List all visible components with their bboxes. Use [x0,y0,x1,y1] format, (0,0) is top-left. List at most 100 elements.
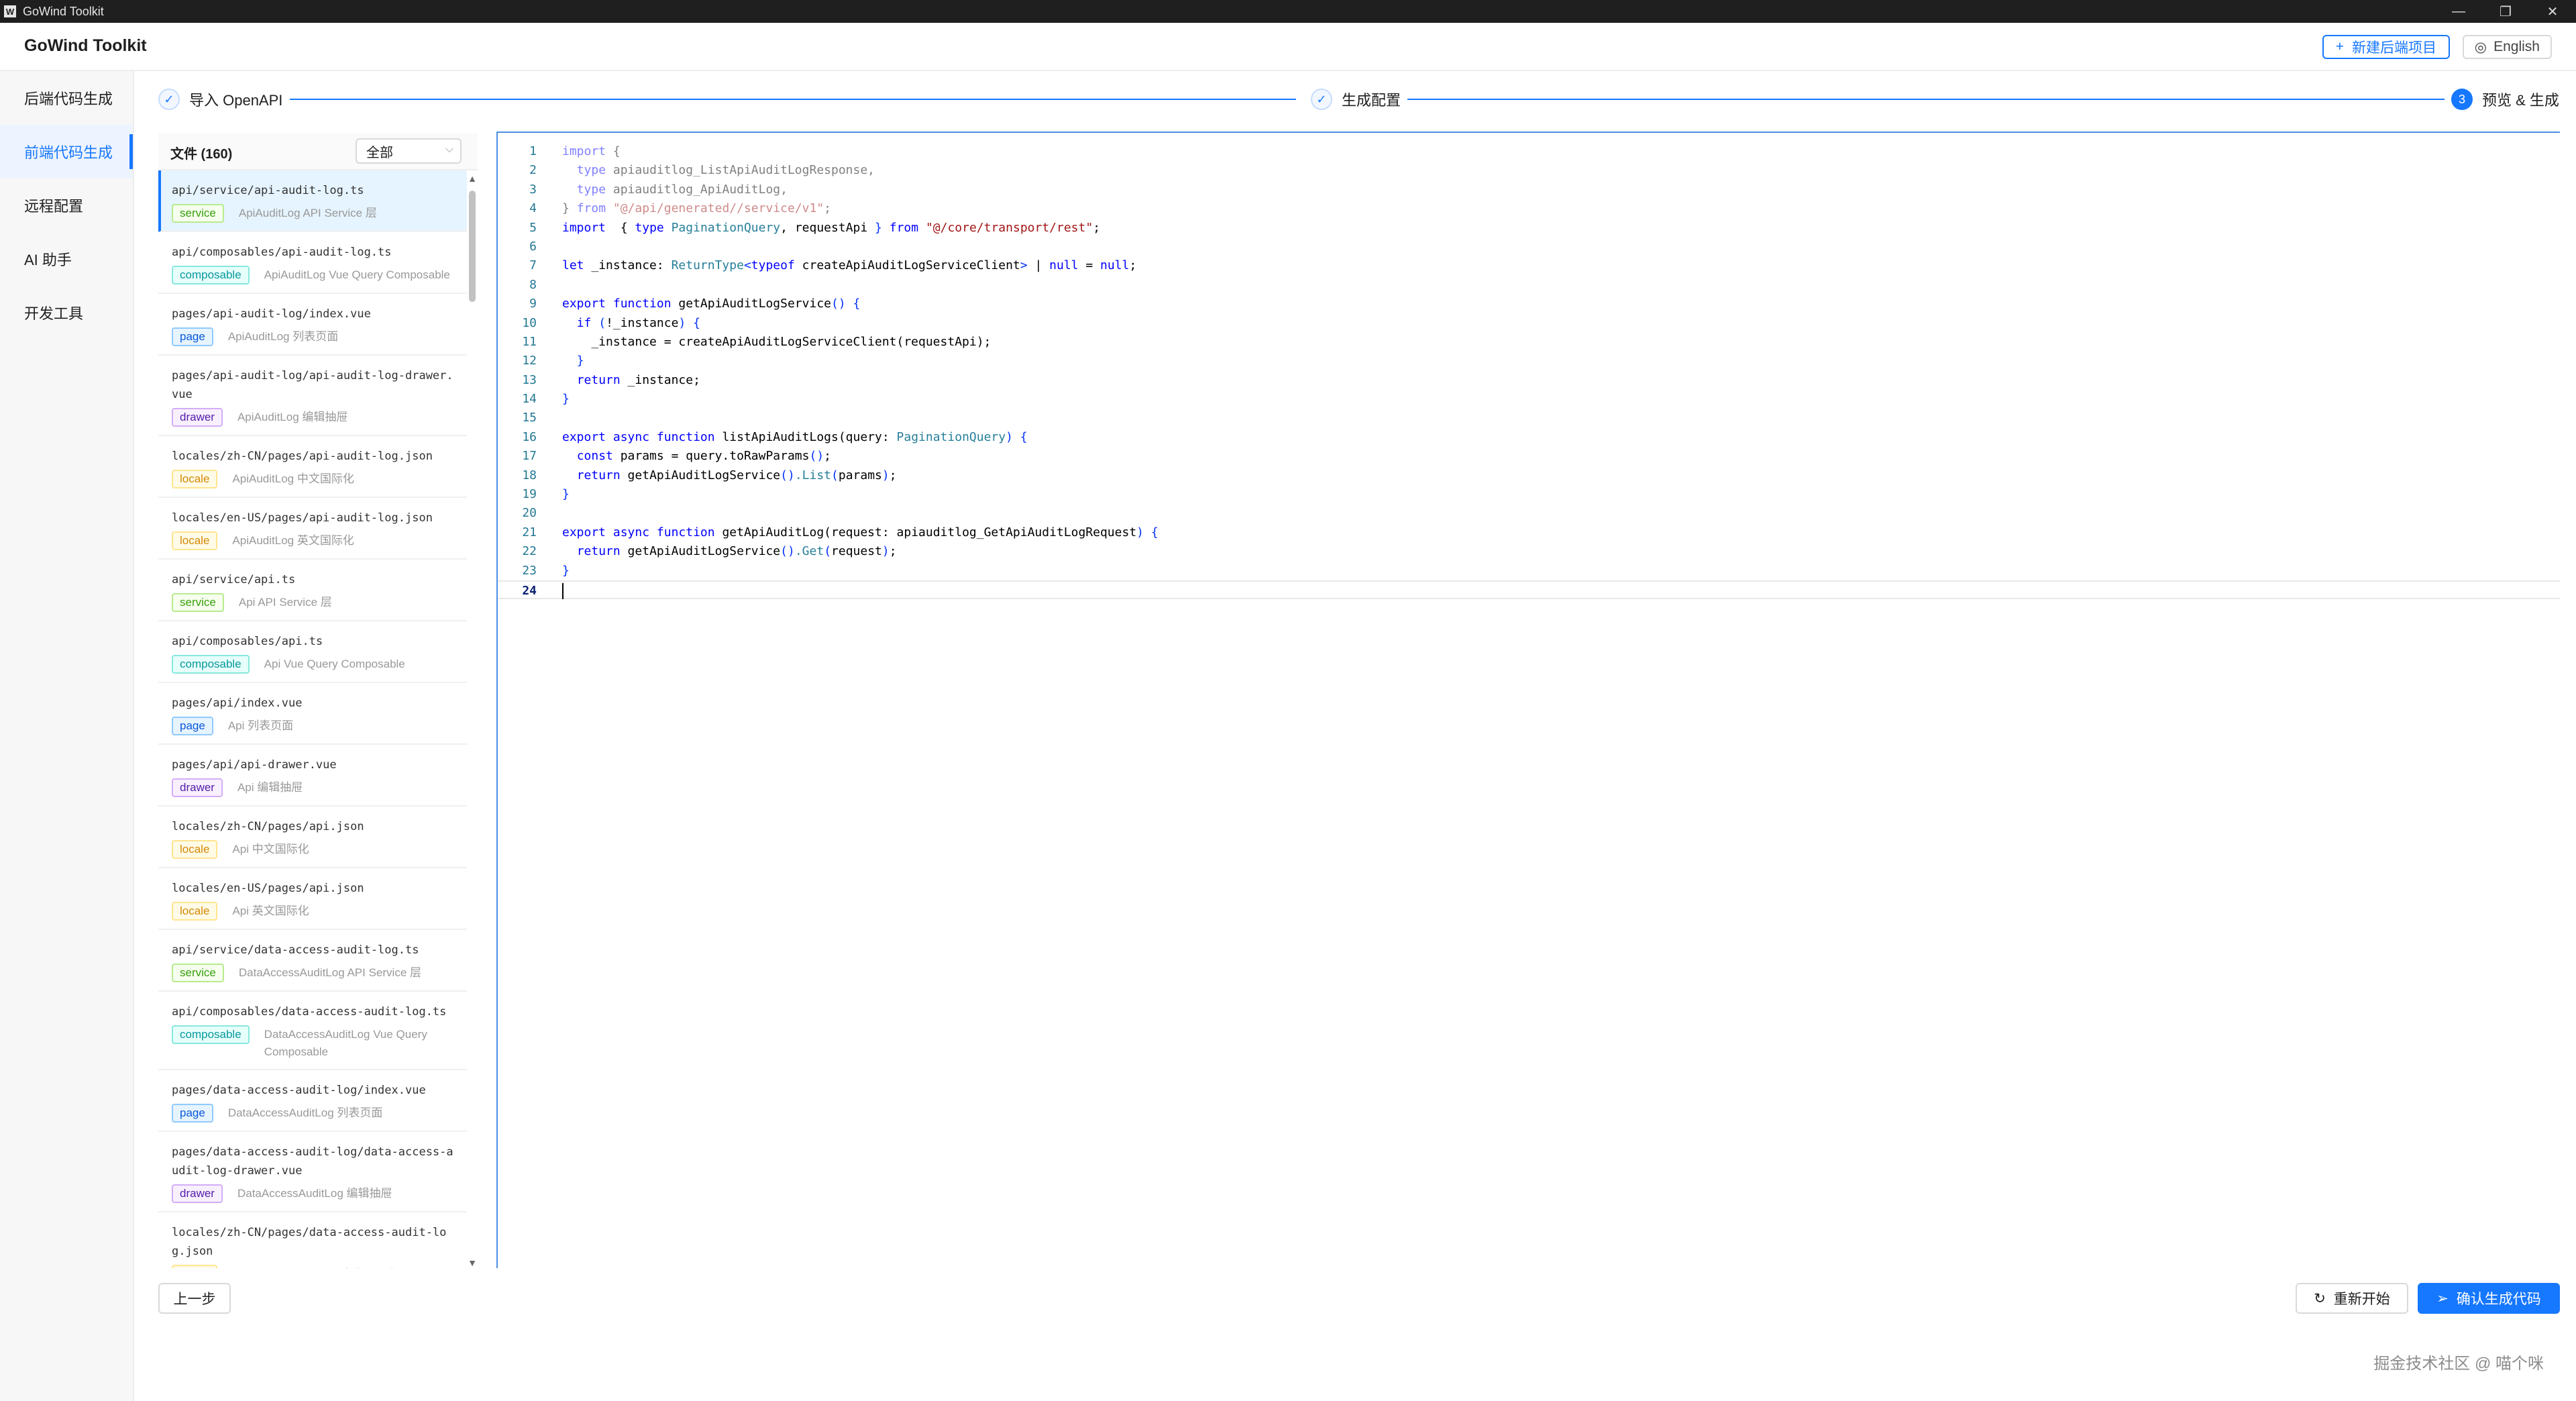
scroll-up-icon[interactable]: ▲ [467,173,478,184]
file-list-header: 文件 (160) 全部 ⌵ [158,133,478,170]
file-meta: page DataAccessAuditLog 列表页面 [172,1104,453,1123]
scroll-down-icon[interactable]: ▼ [467,1257,478,1268]
step-preview-generate[interactable]: 3 预览 & 生成 [2445,85,2559,114]
code-line[interactable]: 8 [498,276,2560,295]
previous-step-button[interactable]: 上一步 [158,1283,231,1314]
file-type-tag: composable [172,655,250,674]
sidebar-item-remote-config[interactable]: 远程配置 [0,178,133,232]
code-line[interactable]: 24 [498,580,2560,601]
code-line[interactable]: 3 type apiauditlog_ApiAuditLog, [498,180,2560,199]
code-line[interactable]: 11 _instance = createApiAuditLogServiceC… [498,333,2560,352]
language-button[interactable]: ◎ English [2462,35,2552,59]
code-text [562,582,564,601]
file-list-item[interactable]: pages/api-audit-log/index.vue page ApiAudi… [158,294,467,356]
file-list-item[interactable]: api/service/api.ts service Api API Service… [158,560,467,621]
file-list-item[interactable]: pages/data-access-audit-log/data-access-… [158,1132,467,1212]
code-line[interactable]: 15 [498,409,2560,427]
confirm-generate-label: 确认生成代码 [2456,1292,2541,1307]
restart-button[interactable]: ↻ 重新开始 [2296,1283,2408,1314]
file-list-item[interactable]: api/composables/api-audit-log.ts composab… [158,232,467,294]
sidebar-item-dev-tools[interactable]: 开发工具 [0,286,133,340]
restart-label: 重新开始 [2333,1292,2390,1307]
code-text: return getApiAuditLogService().List(para… [576,468,897,482]
step-generate-config[interactable]: ✓ 生成配置 [1304,85,1408,114]
file-list-item[interactable]: locales/zh-CN/pages/data-access-audit-lo… [158,1212,467,1268]
code-text: type apiauditlog_ApiAuditLog, [576,182,788,197]
globe-icon: ◎ [2474,39,2487,55]
file-path: locales/zh-CN/pages/data-access-audit-lo… [172,1226,447,1258]
code-line[interactable]: 6 [498,238,2560,256]
code-text: export async function getApiAuditLog(req… [562,525,1159,539]
code-line[interactable]: 23} [498,562,2560,580]
file-path: api/service/api-audit-log.ts [172,184,364,197]
close-icon[interactable]: ✕ [2529,0,2576,23]
file-list-item[interactable]: api/service/data-access-audit-log.ts serv… [158,930,467,992]
code-text: return _instance; [576,372,700,387]
code-editor[interactable]: 1 import {2 type apiauditlog_ListApiAudit… [496,132,2560,1268]
file-meta: composable Api Vue Query Composable [172,655,453,674]
code-text: } [562,392,570,407]
scrollbar-thumb[interactable] [469,191,476,302]
code-line[interactable]: 1 import { [498,142,2560,161]
filter-value: 全部 [366,145,393,160]
plus-icon: + [2335,39,2344,54]
new-backend-project-button[interactable]: + 新建后端项目 [2322,35,2450,59]
sidebar-item-ai-assistant[interactable]: AI 助手 [0,232,133,286]
file-meta: drawer Api 编辑抽屉 [172,778,453,797]
code-line[interactable]: 2 type apiauditlog_ListApiAuditLogRespon… [498,161,2560,180]
file-path: locales/en-US/pages/api-audit-log.json [172,511,433,525]
code-line[interactable]: 18 return getApiAuditLogService().List(p… [498,466,2560,485]
minimize-icon[interactable]: — [2435,0,2482,23]
line-number: 23 [522,563,537,578]
file-type-tag: page [172,1104,213,1123]
file-list-item[interactable]: locales/en-US/pages/api-audit-log.json lo… [158,498,467,560]
code-text: } from "@/api/generated//service/v1"; [562,201,832,216]
file-description: ApiAuditLog API Service 层 [238,207,377,219]
file-description: Api 编辑抽屉 [237,781,303,794]
file-list-item[interactable]: api/service/api-audit-log.ts service ApiAu… [158,170,467,232]
file-list-item[interactable]: api/composables/api.ts composable Api Vue … [158,621,467,683]
code-line[interactable]: 19} [498,485,2560,504]
code-line[interactable]: 16 export async function listApiAuditLogs… [498,428,2560,447]
file-type-tag: locale [172,840,218,859]
window-titlebar: W GoWind Toolkit — ❐ ✕ [0,0,2576,23]
code-line[interactable]: 21 export async function getApiAuditLog(r… [498,523,2560,542]
code-line[interactable]: 13 return _instance; [498,371,2560,390]
file-list-item[interactable]: pages/api/index.vue page Api 列表页面 [158,683,467,745]
code-line[interactable]: 17 const params = query.toRawParams(); [498,447,2560,466]
file-meta: service Api API Service 层 [172,593,453,612]
file-list-item[interactable]: locales/zh-CN/pages/api.json locale Api 中文… [158,807,467,868]
line-number: 18 [522,468,537,482]
file-list-item[interactable]: pages/api-audit-log/api-audit-log-drawer… [158,356,467,436]
code-content[interactable]: 1 import {2 type apiauditlog_ListApiAudit… [498,142,2560,601]
file-list-item[interactable]: pages/api/api-drawer.vue drawer Api 编辑抽屉 [158,745,467,807]
confirm-generate-button[interactable]: ➢ 确认生成代码 [2418,1283,2560,1314]
step-import-openapi[interactable]: ✓ 导入 OpenAPI [158,85,290,114]
file-meta: locale Api 英文国际化 [172,902,453,921]
file-list-scrollbar[interactable]: ▲ ▼ [467,173,478,1268]
file-list-item[interactable]: locales/en-US/pages/api.json locale Api 英文… [158,868,467,930]
code-line[interactable]: 12 } [498,352,2560,370]
restore-icon[interactable]: ❐ [2482,0,2529,23]
file-meta: locale DataAccessAuditLog 中文国际化 [172,1265,453,1268]
file-type-tag: locale [172,1265,218,1268]
file-list-item[interactable]: pages/data-access-audit-log/index.vue pag… [158,1070,467,1132]
file-list-item[interactable]: api/composables/data-access-audit-log.ts… [158,992,467,1070]
code-line[interactable]: 4} from "@/api/generated//service/v1"; [498,199,2560,218]
sidebar-item-frontend-codegen[interactable]: 前端代码生成 [0,125,133,178]
code-text: import { [562,144,621,158]
code-line[interactable]: 22 return getApiAuditLogService().Get(re… [498,542,2560,561]
refresh-icon: ↻ [2314,1290,2326,1306]
sidebar-item-backend-codegen[interactable]: 后端代码生成 [0,71,133,125]
file-type-filter-select[interactable]: 全部 ⌵ [356,138,462,164]
code-line[interactable]: 10 if (!_instance) { [498,314,2560,333]
step-connector [1406,99,2469,100]
line-number: 12 [522,354,537,368]
code-line[interactable]: 5 import { type PaginationQuery, requestA… [498,219,2560,238]
code-line[interactable]: 14} [498,390,2560,409]
code-line[interactable]: 20 [498,504,2560,523]
code-line[interactable]: 9 export function getApiAuditLogService()… [498,295,2560,313]
file-list-item[interactable]: locales/zh-CN/pages/api-audit-log.json lo… [158,436,467,498]
code-line[interactable]: 7 let _instance: ReturnType<typeof create… [498,256,2560,275]
app-icon: W [4,5,16,17]
